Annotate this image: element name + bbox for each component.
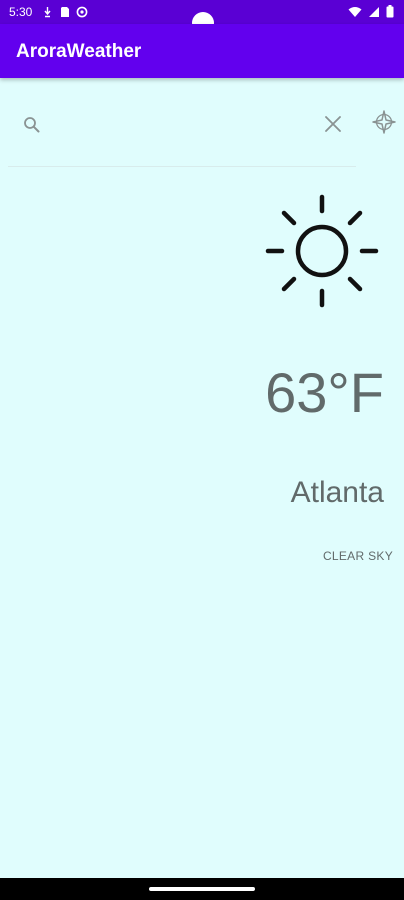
search-input[interactable] xyxy=(56,108,310,142)
status-time: 5:30 xyxy=(9,5,33,19)
wifi-icon xyxy=(348,5,362,23)
status-icons-right xyxy=(348,5,394,23)
battery-icon xyxy=(386,5,394,23)
temperature-value: 63°F xyxy=(265,361,384,424)
navigation-bar xyxy=(0,878,404,900)
app-title: AroraWeather xyxy=(16,41,142,62)
search-bar[interactable] xyxy=(8,96,356,167)
signal-icon xyxy=(368,5,380,23)
status-bar: 5:30 xyxy=(0,0,404,34)
close-icon[interactable] xyxy=(322,113,344,135)
weather-condition: CLEAR SKY xyxy=(322,549,393,563)
settings-icon xyxy=(76,5,88,18)
app-bar: AroraWeather xyxy=(0,24,404,78)
download-icon xyxy=(42,5,53,18)
home-handle[interactable] xyxy=(149,887,255,891)
city-name: Atlanta xyxy=(290,476,384,509)
search-icon[interactable] xyxy=(22,115,42,135)
sun-icon xyxy=(264,193,380,309)
status-icons-left xyxy=(42,5,88,18)
location-icon[interactable] xyxy=(370,108,398,136)
sim-card-icon xyxy=(59,5,70,17)
